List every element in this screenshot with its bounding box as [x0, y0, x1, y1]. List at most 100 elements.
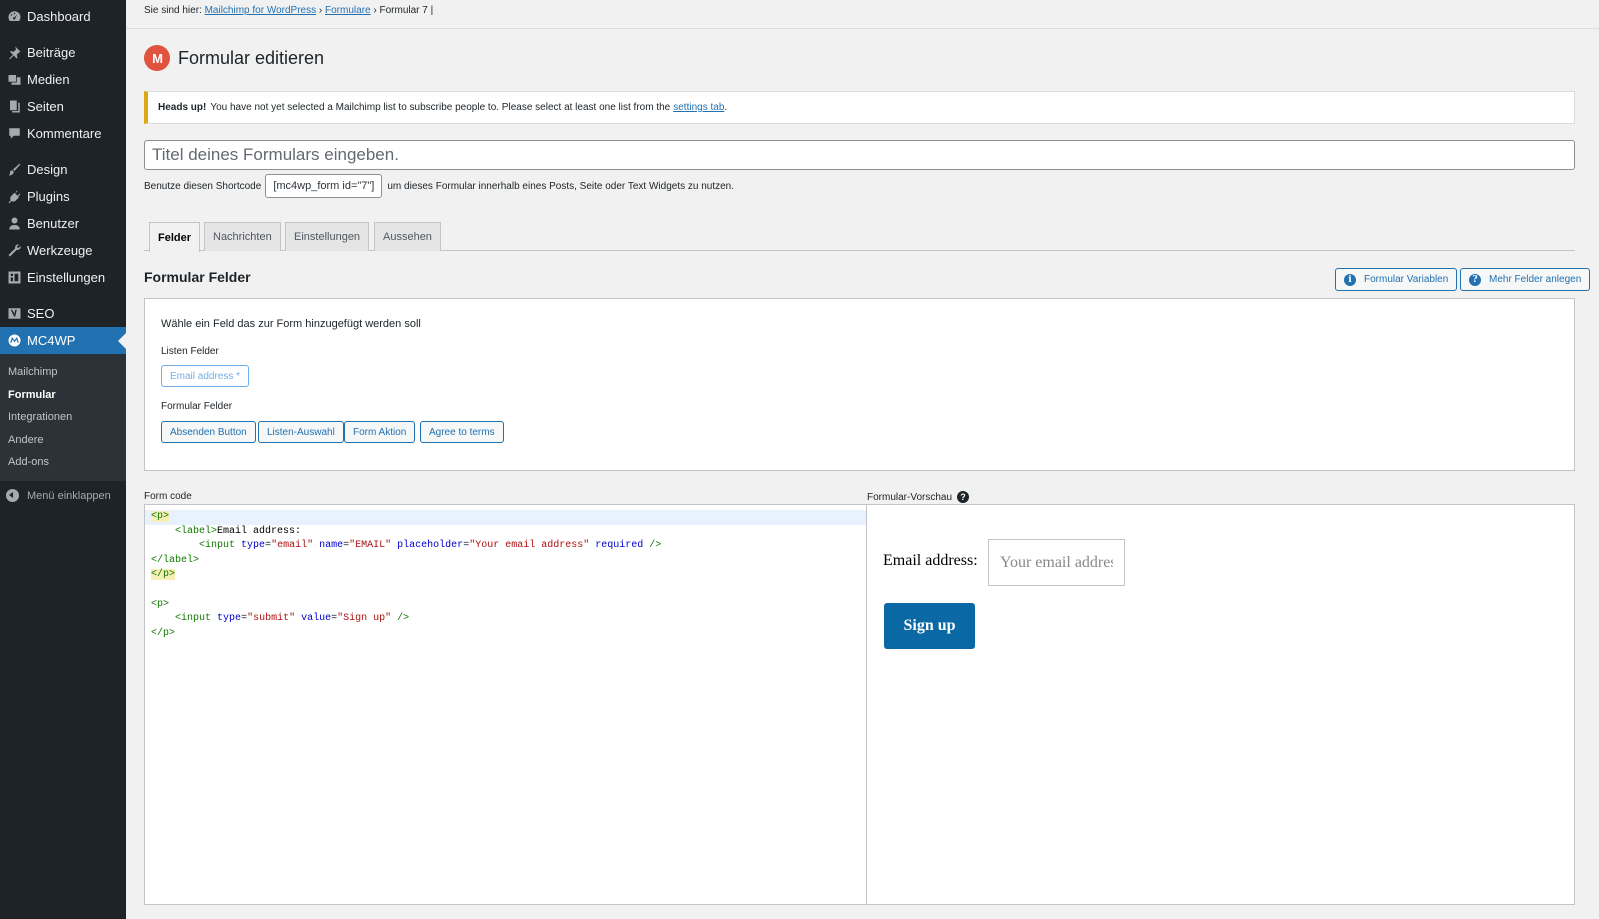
code-token: required	[595, 540, 644, 552]
code-line: </p>	[145, 568, 866, 583]
submenu-item-integrationen[interactable]: Integrationen	[0, 406, 126, 429]
code-token: <label>	[175, 525, 218, 537]
menu-item-dashboard[interactable]: Dashboard	[0, 3, 126, 30]
submenu-item-addons[interactable]: Add-ons	[0, 451, 126, 474]
mc4wp-icon	[6, 333, 22, 349]
breadcrumb-prefix: Sie sind hier:	[144, 5, 202, 16]
submenu-item-formular[interactable]: Formular	[0, 384, 126, 407]
menu-label: Einstellungen	[27, 270, 106, 285]
breadcrumb: Sie sind hier: Mailchimp for WordPress ›…	[144, 5, 433, 16]
tab-bar: Felder Nachrichten Einstellungen Aussehe…	[144, 222, 1575, 252]
more-fields-label: Mehr Felder anlegen	[1489, 274, 1582, 285]
menu-label: Kommentare	[27, 126, 102, 141]
help-icon[interactable]: ?	[957, 491, 970, 503]
submenu-item-mailchimp[interactable]: Mailchimp	[0, 361, 126, 384]
plugin-icon	[6, 189, 22, 205]
collapse-arrow-icon	[6, 489, 19, 502]
menu-item-kommentare[interactable]: Kommentare	[0, 120, 126, 147]
warning-notice: Heads up! You have not yet selected a Ma…	[144, 91, 1575, 124]
dashboard-icon	[6, 9, 22, 25]
code-token: placeholder	[397, 540, 464, 552]
pin-icon	[6, 45, 22, 61]
code-token: <p>	[151, 598, 170, 610]
code-token: "EMAIL"	[349, 540, 392, 552]
shortcode-field[interactable]: [mc4wp_form id="7"]	[265, 174, 383, 198]
settings-tab-link[interactable]: settings tab	[673, 102, 724, 113]
user-icon	[6, 216, 22, 232]
menu-label: Medien	[27, 72, 70, 87]
seo-icon	[6, 306, 22, 322]
form-title-input[interactable]	[144, 140, 1575, 170]
menu-label: Benutzer	[27, 216, 80, 231]
menu-label: Design	[27, 162, 68, 177]
tab-felder[interactable]: Felder	[149, 222, 201, 252]
code-token: "Sign up"	[337, 613, 392, 625]
form-action-field-button[interactable]: Form Aktion	[344, 421, 416, 443]
menu-item-seiten[interactable]: Seiten	[0, 93, 126, 120]
form-fields-label: Formular Felder	[161, 401, 233, 412]
code-line: <p>	[145, 510, 866, 525]
menu-item-medien[interactable]: Medien	[0, 66, 126, 93]
breadcrumb-current: Formular 7 |	[379, 5, 434, 16]
menu-item-plugins[interactable]: Plugins	[0, 183, 126, 210]
code-token: "Your email address"	[469, 540, 590, 552]
menu-item-seo[interactable]: SEO	[0, 300, 126, 327]
email-field-button[interactable]: Email address *	[161, 365, 250, 387]
menu-item-benutzer[interactable]: Benutzer	[0, 210, 126, 237]
breadcrumb-separator: ›	[373, 5, 377, 16]
mc4wp-submenu: Mailchimp Formular Integrationen Andere …	[0, 354, 126, 481]
code-token: </p>	[151, 627, 176, 639]
form-preview-label: Formular-Vorschau ?	[867, 491, 970, 503]
main-content: Sie sind hier: Mailchimp for WordPress ›…	[126, 0, 1599, 919]
mc4wp-logo-icon: M	[144, 45, 170, 71]
admin-sidebar: Dashboard Beiträge Medien Seiten Komment…	[0, 0, 126, 919]
form-preview-title: Formular-Vorschau	[867, 491, 953, 503]
menu-label: Beiträge	[27, 45, 76, 60]
menu-item-beitraege[interactable]: Beiträge	[0, 39, 126, 66]
code-line: <input type="submit" value="Sign up" />	[145, 612, 866, 627]
tab-einstellungen[interactable]: Einstellungen	[285, 222, 370, 251]
list-choice-field-button[interactable]: Listen-Auswahl	[258, 421, 344, 443]
shortcode-after: um dieses Formular innerhalb eines Posts…	[387, 180, 735, 192]
menu-label: Dashboard	[27, 9, 91, 24]
code-token: </p>	[151, 569, 176, 581]
code-token: name	[319, 540, 344, 552]
comment-icon	[6, 126, 22, 142]
menu-item-werkzeuge[interactable]: Werkzeuge	[0, 237, 126, 264]
media-icon	[6, 72, 22, 88]
more-fields-button[interactable]: ? Mehr Felder anlegen	[1460, 268, 1591, 291]
preview-signup-button[interactable]: Sign up	[884, 603, 975, 649]
settings-icon	[6, 270, 22, 286]
collapse-menu-button[interactable]: Menü einklappen	[0, 481, 126, 511]
code-token: />	[397, 613, 410, 625]
submenu-item-andere[interactable]: Andere	[0, 429, 126, 452]
code-token: "submit"	[247, 613, 296, 625]
pages-icon	[6, 99, 22, 115]
submit-button-field-button[interactable]: Absenden Button	[161, 421, 256, 443]
form-variables-button[interactable]: i Formular Variablen	[1335, 268, 1458, 291]
agree-terms-field-button[interactable]: Agree to terms	[420, 421, 504, 443]
field-picker-intro: Wähle ein Feld das zur Form hinzugefügt …	[161, 318, 421, 330]
menu-item-design[interactable]: Design	[0, 156, 126, 183]
code-editor[interactable]: <p> <label>Email address: <input type="e…	[144, 504, 867, 905]
code-line: </label>	[145, 554, 866, 569]
menu-item-mc4wp[interactable]: MC4WP	[0, 327, 126, 354]
shortcode-before: Benutze diesen Shortcode	[144, 180, 262, 192]
code-token: type	[241, 540, 266, 552]
code-line: <p>	[145, 598, 866, 613]
field-picker-panel: Wähle ein Feld das zur Form hinzugefügt …	[144, 298, 1575, 471]
preview-email-input[interactable]	[988, 539, 1125, 586]
page-header: M Formular editieren	[144, 45, 324, 71]
code-token: value	[301, 613, 332, 625]
list-fields-label: Listen Felder	[161, 346, 219, 357]
menu-item-einstellungen[interactable]: Einstellungen	[0, 264, 126, 291]
brush-icon	[6, 162, 22, 178]
code-token: <p>	[151, 511, 170, 522]
page-title: Formular editieren	[178, 47, 325, 68]
wrench-icon	[6, 243, 22, 259]
breadcrumb-link-mc4wp[interactable]: Mailchimp for WordPress	[205, 5, 317, 16]
breadcrumb-link-formulare[interactable]: Formulare	[325, 5, 371, 16]
code-line: </p>	[145, 627, 866, 642]
tab-aussehen[interactable]: Aussehen	[374, 222, 441, 251]
tab-nachrichten[interactable]: Nachrichten	[204, 222, 281, 251]
